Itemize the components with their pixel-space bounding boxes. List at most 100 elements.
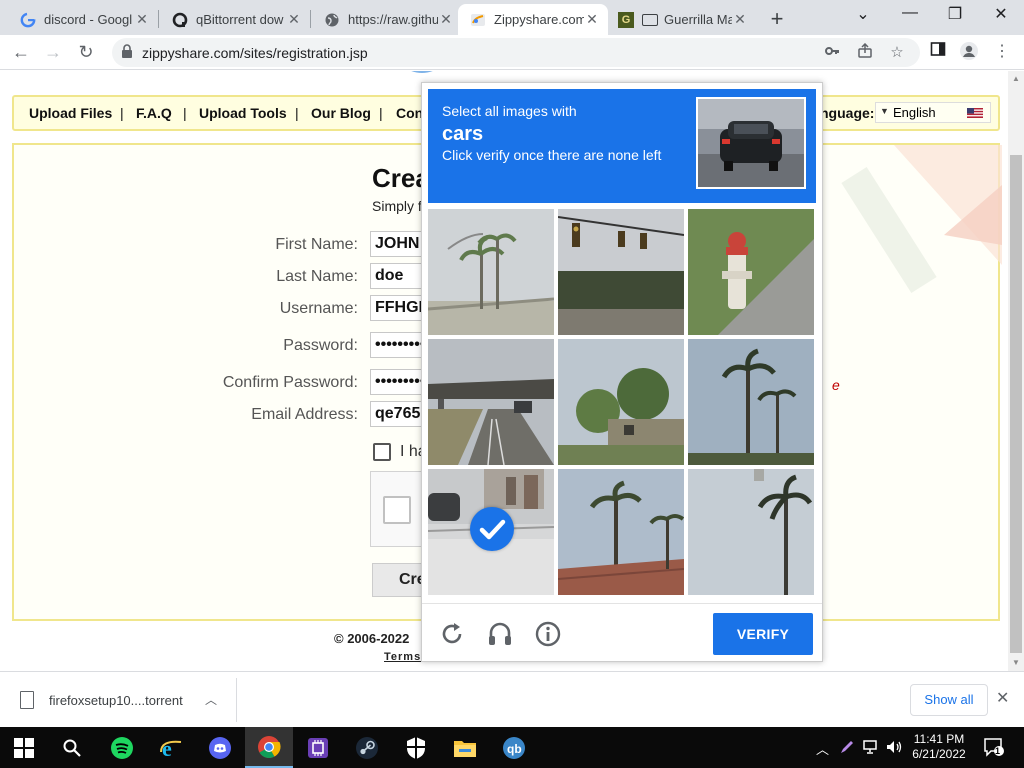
address-bar[interactable]: zippyshare.com/sites/registration.jsp ☆ — [112, 38, 920, 67]
nav-faq[interactable]: F.A.Q — [136, 105, 172, 121]
qbittorrent-taskbar-icon[interactable]: qb — [490, 727, 538, 768]
system-clock[interactable]: 11:41 PM 6/21/2022 — [904, 732, 974, 762]
nav-our-blog[interactable]: Our Blog — [311, 105, 371, 121]
close-icon[interactable]: ✕ — [584, 11, 600, 28]
captcha-tile[interactable] — [688, 469, 814, 595]
network-icon[interactable] — [863, 739, 881, 758]
tab-title: Zippyshare.com — [494, 12, 584, 27]
captcha-tile[interactable] — [428, 469, 554, 595]
scroll-up-arrow-icon[interactable]: ▲ — [1012, 74, 1020, 83]
confirm-password-label: Confirm Password: — [222, 374, 358, 391]
captcha-image-grid — [428, 209, 816, 597]
background-decoration — [841, 145, 1002, 294]
pen-icon[interactable] — [839, 739, 855, 758]
file-explorer-icon[interactable] — [441, 727, 489, 768]
captcha-instruction: Select all images with — [442, 103, 577, 119]
tab-zippyshare[interactable]: Zippyshare.com ✕ — [458, 4, 608, 35]
tab-title: Guerrilla Ma — [664, 12, 732, 27]
nav-separator: | — [183, 105, 187, 121]
divider — [236, 678, 237, 722]
dropdown-arrow-icon: ▼ — [880, 106, 889, 116]
language-value: English — [893, 105, 936, 120]
tab-separator — [158, 10, 159, 28]
chevron-up-icon[interactable]: ︿ — [816, 739, 829, 758]
download-item-name[interactable]: firefoxsetup10....torrent — [49, 693, 183, 708]
captcha-tile[interactable] — [558, 339, 684, 465]
minimize-button[interactable]: — — [897, 4, 923, 22]
discord-icon[interactable] — [196, 727, 244, 768]
close-window-button[interactable]: ✕ — [988, 4, 1014, 24]
browser-toolbar: ← → ↻ zippyshare.com/sites/registration.… — [0, 35, 1024, 70]
new-tab-button[interactable]: + — [766, 6, 788, 32]
volume-icon[interactable] — [885, 739, 903, 758]
recaptcha-checkbox[interactable] — [383, 496, 411, 524]
spotify-icon[interactable] — [98, 727, 146, 768]
tab-guerrilla-mail[interactable]: G Guerrilla Ma ✕ — [606, 4, 756, 35]
validation-message: e — [832, 377, 840, 393]
menu-kebab-icon[interactable]: ⋮ — [991, 41, 1013, 61]
audio-challenge-icon[interactable] — [486, 620, 514, 648]
internet-explorer-icon[interactable]: e — [147, 727, 195, 768]
last-name-label: Last Name: — [276, 268, 358, 285]
tab-title: https://raw.githu — [348, 12, 438, 27]
chip-app-icon[interactable] — [294, 727, 342, 768]
tab-discord-search[interactable]: discord - Googl ✕ — [8, 4, 158, 35]
terms-checkbox[interactable] — [373, 443, 391, 461]
share-icon[interactable] — [855, 42, 875, 63]
scroll-down-arrow-icon[interactable]: ▼ — [1012, 658, 1020, 667]
zippyshare-icon — [470, 12, 486, 28]
close-icon[interactable]: ✕ — [438, 11, 454, 28]
tab-title: discord - Googl — [44, 12, 133, 27]
nav-upload-tools[interactable]: Upload Tools — [199, 105, 287, 121]
bookmark-star-icon[interactable]: ☆ — [887, 43, 907, 61]
tab-search-icon[interactable]: ⌄ — [850, 4, 876, 24]
security-shield-icon[interactable] — [392, 727, 440, 768]
captcha-tile[interactable] — [688, 209, 814, 335]
steam-icon[interactable] — [343, 727, 391, 768]
notification-count: 1 — [995, 746, 1001, 756]
page-scrollbar[interactable]: ▲ ▼ — [1008, 71, 1024, 671]
close-icon[interactable]: ✕ — [996, 688, 1009, 708]
lock-icon[interactable] — [121, 44, 133, 61]
tab-raw-github[interactable]: https://raw.githu ✕ — [312, 4, 462, 35]
chevron-up-icon[interactable]: ︿ — [205, 691, 217, 708]
key-icon[interactable] — [822, 43, 842, 63]
captcha-tile[interactable] — [558, 469, 684, 595]
close-icon[interactable]: ✕ — [286, 11, 302, 28]
scrollbar-thumb[interactable] — [1010, 155, 1022, 653]
nav-contact[interactable]: Con — [396, 105, 423, 121]
chrome-icon[interactable] — [245, 727, 293, 768]
browser-tab-strip: discord - Googl ✕ qBittorrent dow ✕ http… — [0, 0, 1024, 35]
side-panel-icon[interactable] — [927, 41, 949, 62]
captcha-tile[interactable] — [428, 209, 554, 335]
captcha-tile[interactable] — [428, 339, 554, 465]
close-icon[interactable]: ✕ — [134, 11, 150, 28]
captcha-tile[interactable] — [558, 209, 684, 335]
tab-group-icon — [642, 13, 658, 26]
nav-upload-files[interactable]: Upload Files — [29, 105, 112, 121]
download-shelf: firefoxsetup10....torrent ︿ Show all ✕ — [0, 671, 1024, 727]
windows-start-icon[interactable] — [0, 727, 48, 768]
notification-icon[interactable] — [983, 736, 1005, 761]
captcha-sample-image — [696, 97, 806, 189]
reload-challenge-icon[interactable] — [438, 620, 466, 648]
captcha-tile[interactable] — [688, 339, 814, 465]
profile-avatar-icon[interactable] — [958, 41, 980, 66]
language-select[interactable]: ▼ English — [875, 102, 991, 123]
url-text: zippyshare.com/sites/registration.jsp — [142, 45, 368, 61]
show-all-button[interactable]: Show all — [910, 684, 988, 716]
restore-button[interactable]: ❐ — [942, 4, 968, 24]
info-icon[interactable] — [534, 620, 562, 648]
tab-qbittorrent[interactable]: qBittorrent dow ✕ — [160, 4, 310, 35]
copyright-text: © 2006-2022 — [334, 631, 410, 646]
forward-button[interactable]: → — [41, 40, 65, 64]
file-icon — [20, 691, 34, 709]
close-icon[interactable]: ✕ — [732, 11, 748, 28]
captcha-target-label: cars — [442, 123, 484, 145]
verify-button[interactable]: VERIFY — [713, 613, 813, 655]
back-button[interactable]: ← — [9, 40, 33, 64]
globe-icon — [324, 12, 340, 28]
terms-link[interactable]: Terms — [384, 651, 421, 663]
search-icon[interactable] — [48, 727, 96, 768]
reload-button[interactable]: ↻ — [74, 40, 98, 64]
